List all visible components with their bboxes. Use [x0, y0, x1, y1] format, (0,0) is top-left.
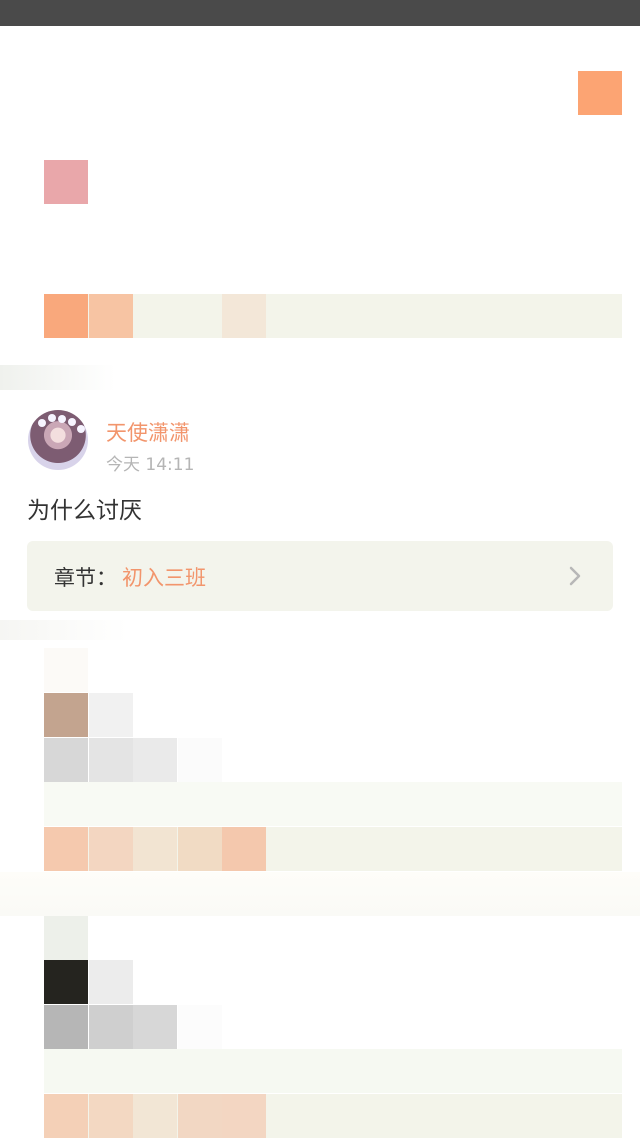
pixel-block	[44, 916, 88, 960]
pixel-block	[178, 1094, 222, 1138]
pixel-block	[44, 960, 88, 1004]
section-fade	[0, 365, 640, 390]
pixel-block	[133, 1005, 177, 1049]
chapter-card[interactable]: 章节： 初入三班	[27, 541, 613, 611]
pixel-block	[222, 827, 266, 871]
comment-item[interactable]: 天使潇潇 今天 14:11 为什么讨厌 章节： 初入三班	[0, 395, 640, 625]
section-fade	[0, 620, 640, 640]
pixel-block	[578, 71, 622, 115]
pixel-block	[178, 827, 222, 871]
pixel-block	[44, 294, 88, 338]
pixel-block	[89, 693, 133, 737]
pixel-block	[89, 294, 133, 338]
pixel-block	[89, 738, 133, 782]
comment-time: 今天 14:11	[106, 455, 195, 475]
pixel-block	[89, 1094, 133, 1138]
pixel-block	[89, 960, 133, 1004]
pixel-block	[178, 1005, 222, 1049]
pixel-block	[133, 1094, 177, 1138]
pixel-block	[44, 1005, 88, 1049]
pixel-block	[44, 827, 88, 871]
section-fade	[0, 872, 640, 916]
pixel-block	[222, 1094, 266, 1138]
pixel-block	[44, 160, 88, 204]
pixelated-strip	[44, 1049, 622, 1093]
avatar[interactable]	[28, 410, 88, 470]
chapter-label: 章节：	[54, 566, 117, 590]
pixel-block	[89, 827, 133, 871]
pixel-block	[44, 648, 88, 692]
status-bar	[0, 0, 640, 26]
pixel-block	[44, 738, 88, 782]
pixel-block	[44, 693, 88, 737]
comment-text: 为什么讨厌	[27, 498, 142, 524]
username[interactable]: 天使潇潇	[106, 417, 190, 447]
pixelated-strip	[44, 782, 622, 826]
page: 天使潇潇 今天 14:11 为什么讨厌 章节： 初入三班	[0, 0, 640, 1138]
pixel-block	[178, 738, 222, 782]
chevron-right-icon[interactable]	[564, 565, 586, 587]
pixel-block	[222, 294, 266, 338]
pixel-block	[133, 738, 177, 782]
pixel-block	[133, 827, 177, 871]
pixel-block	[89, 1005, 133, 1049]
pixel-block	[44, 1094, 88, 1138]
chapter-name: 初入三班	[122, 566, 206, 590]
